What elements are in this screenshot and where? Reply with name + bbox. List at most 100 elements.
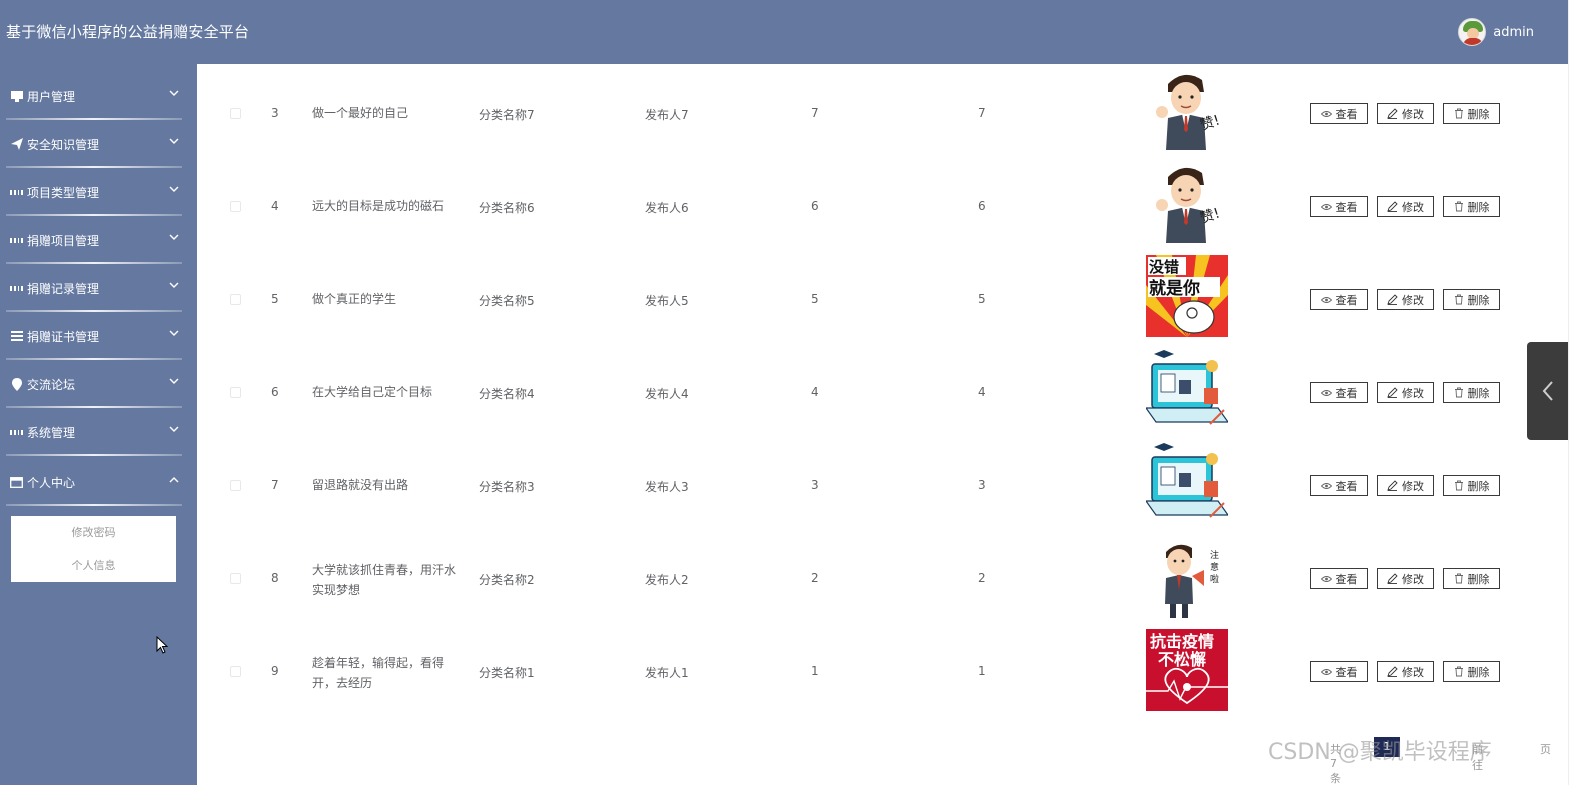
location-pin-icon xyxy=(10,377,23,391)
monitor-icon xyxy=(10,90,23,103)
grid-icon xyxy=(10,426,23,439)
table-row: 9 趁着年轻，输得起，看得开，去经历 分类名称1 发布人1 1 1 抗击疫情 不… xyxy=(197,625,1568,718)
view-button[interactable]: 查看 xyxy=(1310,382,1368,403)
sidebar-item-personal-center[interactable]: 个人中心 xyxy=(0,458,197,506)
sidebar-item-user-management[interactable]: 用户管理 xyxy=(0,72,197,120)
edit-button[interactable]: 修改 xyxy=(1377,568,1434,589)
view-button[interactable]: 查看 xyxy=(1310,289,1368,310)
chevron-down-icon xyxy=(169,234,179,240)
pencil-icon xyxy=(1387,573,1398,584)
cell-index: 3 xyxy=(271,106,279,120)
svg-text:就是你: 就是你 xyxy=(1149,278,1200,299)
cell-number-a: 7 xyxy=(811,106,819,120)
edit-button[interactable]: 修改 xyxy=(1377,382,1434,403)
eye-icon xyxy=(1320,575,1332,582)
view-button[interactable]: 查看 xyxy=(1310,103,1368,124)
submenu-item-personal-info[interactable]: 个人信息 xyxy=(11,549,176,582)
cartoon-businessman-thumbs-up-image: 赞! xyxy=(1146,161,1228,243)
sidebar-item-donation-project[interactable]: 捐赠项目管理 xyxy=(0,216,197,264)
delete-button[interactable]: 删除 xyxy=(1443,196,1500,217)
mouse-cursor-icon xyxy=(156,636,168,654)
anti-epidemic-poster-image: 抗击疫情 不松懈 xyxy=(1146,629,1228,711)
cell-publisher: 发布人2 xyxy=(645,573,689,587)
view-button[interactable]: 查看 xyxy=(1310,475,1368,496)
cell-category: 分类名称2 xyxy=(479,573,535,587)
cell-number-b: 3 xyxy=(978,478,986,492)
pencil-icon xyxy=(1387,201,1398,212)
sidebar-item-label: 个人中心 xyxy=(27,475,76,490)
cell-number-a: 5 xyxy=(811,292,819,306)
row-checkbox[interactable] xyxy=(230,294,241,305)
sidebar-item-label: 系统管理 xyxy=(27,425,76,440)
submenu-item-change-password[interactable]: 修改密码 xyxy=(11,516,176,549)
chevron-left-icon xyxy=(1542,381,1553,401)
pointing-finger-sticker-image: 没错 就是你 xyxy=(1146,255,1228,337)
eye-icon xyxy=(1320,203,1332,210)
delete-button[interactable]: 删除 xyxy=(1443,568,1500,589)
cell-category: 分类名称5 xyxy=(479,294,535,308)
sidebar-item-donation-record[interactable]: 捐赠记录管理 xyxy=(0,264,197,312)
top-bar: 基于微信小程序的公益捐赠安全平台 admin xyxy=(0,0,1568,64)
sidebar-item-project-type[interactable]: 项目类型管理 xyxy=(0,168,197,216)
cell-index: 5 xyxy=(271,292,279,306)
grid-icon xyxy=(10,186,23,199)
collapse-panel-tab[interactable] xyxy=(1527,342,1568,440)
cell-title: 做个真正的学生 xyxy=(312,292,397,306)
delete-button[interactable]: 删除 xyxy=(1443,382,1500,403)
sidebar-item-label: 捐赠项目管理 xyxy=(27,233,100,248)
data-table: 3 做一个最好的自己 分类名称7 发布人7 7 7 赞! 查看 修改 删除 4 … xyxy=(197,64,1568,785)
view-button[interactable]: 查看 xyxy=(1310,568,1368,589)
svg-text:没错: 没错 xyxy=(1149,258,1179,276)
trash-icon xyxy=(1454,108,1463,119)
delete-button[interactable]: 删除 xyxy=(1443,661,1500,682)
edit-button[interactable]: 修改 xyxy=(1377,475,1434,496)
delete-button[interactable]: 删除 xyxy=(1443,103,1500,124)
sidebar-item-label: 用户管理 xyxy=(27,89,76,104)
page-scrollbar[interactable] xyxy=(1568,0,1583,785)
sidebar-item-forum[interactable]: 交流论坛 xyxy=(0,360,197,408)
pencil-icon xyxy=(1387,294,1398,305)
row-checkbox[interactable] xyxy=(230,201,241,212)
edit-button[interactable]: 修改 xyxy=(1377,196,1434,217)
cell-number-b: 6 xyxy=(978,199,986,213)
edit-button[interactable]: 修改 xyxy=(1377,289,1434,310)
edit-button[interactable]: 修改 xyxy=(1377,661,1434,682)
sidebar-item-system-management[interactable]: 系统管理 xyxy=(0,408,197,456)
cell-title: 大学就该抓住青春，用汗水实现梦想 xyxy=(312,563,457,597)
row-checkbox[interactable] xyxy=(230,666,241,677)
grid-icon xyxy=(10,282,23,295)
user-menu[interactable]: admin xyxy=(1458,18,1534,46)
eye-icon xyxy=(1320,296,1332,303)
avatar[interactable] xyxy=(1458,18,1487,46)
trash-icon xyxy=(1454,480,1463,491)
row-checkbox[interactable] xyxy=(230,480,241,491)
chevron-down-icon xyxy=(169,426,179,432)
delete-button[interactable]: 删除 xyxy=(1443,289,1500,310)
sidebar-item-safety-knowledge[interactable]: 安全知识管理 xyxy=(0,120,197,168)
sidebar-item-donation-certificate[interactable]: 捐赠证书管理 xyxy=(0,312,197,360)
svg-text:意: 意 xyxy=(1210,561,1219,573)
view-button[interactable]: 查看 xyxy=(1310,196,1368,217)
sidebar-item-label: 项目类型管理 xyxy=(27,185,100,200)
cell-index: 8 xyxy=(271,571,279,585)
sidebar-item-label: 交流论坛 xyxy=(27,377,76,392)
chevron-down-icon xyxy=(169,186,179,192)
row-checkbox[interactable] xyxy=(230,387,241,398)
cell-number-a: 2 xyxy=(811,571,819,585)
sidebar: 用户管理 安全知识管理 项目类型管理 捐赠项目管理 捐赠记录管理 捐赠证书管理 … xyxy=(0,64,197,785)
cell-number-b: 5 xyxy=(978,292,986,306)
cell-category: 分类名称6 xyxy=(479,201,535,215)
delete-button[interactable]: 删除 xyxy=(1443,475,1500,496)
cell-number-a: 1 xyxy=(811,664,819,678)
row-checkbox[interactable] xyxy=(230,108,241,119)
chevron-up-icon xyxy=(169,477,179,483)
trash-icon xyxy=(1454,573,1463,584)
row-checkbox[interactable] xyxy=(230,573,241,584)
cell-number-a: 6 xyxy=(811,199,819,213)
cell-number-a: 4 xyxy=(811,385,819,399)
view-button[interactable]: 查看 xyxy=(1310,661,1368,682)
edit-button[interactable]: 修改 xyxy=(1377,103,1434,124)
username[interactable]: admin xyxy=(1493,25,1534,40)
list-icon xyxy=(10,330,23,343)
cell-publisher: 发布人1 xyxy=(645,666,689,680)
